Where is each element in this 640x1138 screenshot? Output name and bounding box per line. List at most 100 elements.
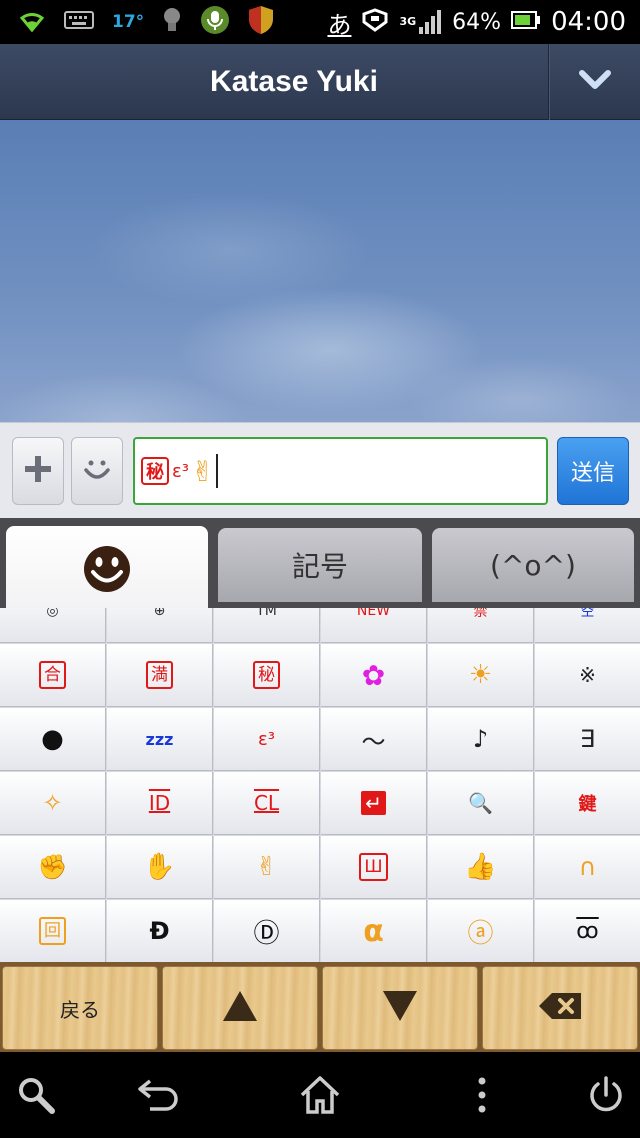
sticker-button[interactable] <box>71 437 123 505</box>
menu-icon[interactable] <box>460 1073 504 1117</box>
emoji-key[interactable]: 満 <box>107 644 213 707</box>
clock: 04:00 <box>551 7 626 37</box>
emoji-glyph: ID <box>148 791 171 815</box>
emoji-grid: ◎ ⊕ TM NEW 禁 空 合 満 秘 ✿ ☀ ※ ● zzz ε³ 〜 ♪ … <box>0 608 640 962</box>
emoji-glyph: 禁 <box>473 608 488 620</box>
emoji-key[interactable]: 👍 <box>428 836 534 899</box>
status-bar: 17° あ 3G 64% 04:00 <box>0 0 640 44</box>
emoji-glyph: ◎ <box>46 608 59 619</box>
emoji-glyph: ↵ <box>361 791 386 815</box>
battery-icon <box>511 9 541 35</box>
temperature-label: 17° <box>112 12 145 32</box>
emoji-key[interactable]: TM <box>214 608 320 643</box>
emoji-key[interactable]: α <box>321 900 427 962</box>
emoji-glyph: ✋ <box>143 852 176 882</box>
emoji-key[interactable]: ✌ <box>214 836 320 899</box>
emoji-key[interactable]: ♪ <box>428 708 534 771</box>
chevron-down-icon <box>578 69 612 95</box>
emoji-glyph: 空 <box>580 608 595 620</box>
chat-area[interactable] <box>0 120 640 422</box>
emoji-key[interactable]: ꝏ <box>535 900 640 962</box>
emoji-glyph: ⓐ <box>467 918 494 949</box>
emoji-key[interactable]: Đ <box>107 900 213 962</box>
backspace-icon <box>538 992 582 1024</box>
emoji-key[interactable]: 〜 <box>321 708 427 771</box>
tab-emoji[interactable] <box>6 526 208 616</box>
tab-symbols[interactable]: 記号 <box>218 528 422 602</box>
message-input[interactable]: 秘 ε³ ✌ <box>133 437 548 505</box>
screen: 17° あ 3G 64% 04:00 Katase Yuki 秘 ε³ ✌ 送信… <box>0 0 640 1138</box>
tab-kaomoji-label: (^o^) <box>490 548 576 582</box>
home-icon[interactable] <box>298 1073 342 1117</box>
emoji-key[interactable]: ✿ <box>321 644 427 707</box>
emoji-key[interactable]: zzz <box>107 708 213 771</box>
emoji-key[interactable]: 鍵 <box>535 772 640 835</box>
emoji-glyph: Đ <box>149 917 170 945</box>
emoji-key[interactable]: CL <box>214 772 320 835</box>
emoji-key[interactable]: ⓐ <box>428 900 534 962</box>
emoji-key[interactable]: ✋ <box>107 836 213 899</box>
tab-kaomoji[interactable]: (^o^) <box>432 528 634 602</box>
input-emoji-kiss: ε³ <box>172 460 189 482</box>
triangle-up-icon <box>222 990 258 1026</box>
chat-title: Katase Yuki <box>210 65 378 98</box>
back-icon[interactable] <box>136 1073 180 1117</box>
emoji-key[interactable]: Ш <box>321 836 427 899</box>
emoji-tab-bar: 記号 (^o^) <box>0 518 640 616</box>
input-emoji-seal: 秘 <box>141 457 169 485</box>
emoji-glyph: ✊ <box>37 853 68 881</box>
emoji-key[interactable]: 合 <box>0 644 106 707</box>
emoji-glyph: ☀ <box>468 660 493 690</box>
emoji-glyph: Ш <box>359 853 388 881</box>
emoji-key[interactable]: NEW <box>321 608 427 643</box>
signal-icon: 3G <box>399 9 442 35</box>
emoji-glyph: ♪ <box>472 725 489 753</box>
wifi-icon <box>18 8 46 36</box>
emoji-key[interactable]: ↵ <box>321 772 427 835</box>
emoji-key[interactable]: ε³ <box>214 708 320 771</box>
emoji-key[interactable]: ✧ <box>0 772 106 835</box>
emoji-glyph: ※ <box>579 663 596 687</box>
emoji-glyph: 👍 <box>464 852 497 882</box>
emoji-key[interactable]: ✊ <box>0 836 106 899</box>
emoji-glyph: ꝏ <box>576 918 599 944</box>
emoji-key[interactable]: ※ <box>535 644 640 707</box>
emoji-key[interactable]: Ⓓ <box>214 900 320 962</box>
emoji-key[interactable]: 🔍 <box>428 772 534 835</box>
emoji-glyph: 回 <box>39 917 66 945</box>
emoji-key[interactable]: ∃ <box>535 708 640 771</box>
emoji-key[interactable]: ● <box>0 708 106 771</box>
emoji-glyph: CL <box>253 791 280 815</box>
emoji-glyph: ✿ <box>361 658 386 692</box>
emoji-key[interactable]: ID <box>107 772 213 835</box>
emoji-glyph: ✧ <box>42 789 63 817</box>
back-key[interactable]: 戻る <box>2 966 158 1050</box>
page-up-key[interactable] <box>162 966 318 1050</box>
send-button[interactable]: 送信 <box>557 437 629 505</box>
emoji-key[interactable]: ☀ <box>428 644 534 707</box>
header-menu-button[interactable] <box>549 44 640 120</box>
power-icon[interactable] <box>584 1073 628 1117</box>
emoji-key[interactable]: 回 <box>0 900 106 962</box>
shield-icon <box>248 5 274 39</box>
emoji-key[interactable]: ⊕ <box>107 608 213 643</box>
emoji-glyph: ● <box>41 724 64 754</box>
search-icon[interactable] <box>14 1073 58 1117</box>
emoji-glyph: α <box>363 913 384 949</box>
emoji-key[interactable]: 秘 <box>214 644 320 707</box>
emoji-glyph: NEW <box>356 608 391 619</box>
keyboard-control-row: 戻る <box>0 962 640 1052</box>
tab-symbols-label: 記号 <box>291 550 348 583</box>
emoji-glyph: zzz <box>145 729 174 749</box>
keyboard-icon <box>64 11 94 33</box>
attach-button[interactable] <box>12 437 64 505</box>
emoji-key[interactable]: ∩ <box>535 836 640 899</box>
text-caret <box>216 454 219 488</box>
emoji-key[interactable]: 空 <box>535 608 640 643</box>
ime-indicator: あ <box>327 10 352 39</box>
emoji-key[interactable]: 禁 <box>428 608 534 643</box>
delete-key[interactable] <box>482 966 638 1050</box>
network-type: 3G <box>399 15 417 28</box>
page-down-key[interactable] <box>322 966 478 1050</box>
emoji-key[interactable]: ◎ <box>0 608 106 643</box>
